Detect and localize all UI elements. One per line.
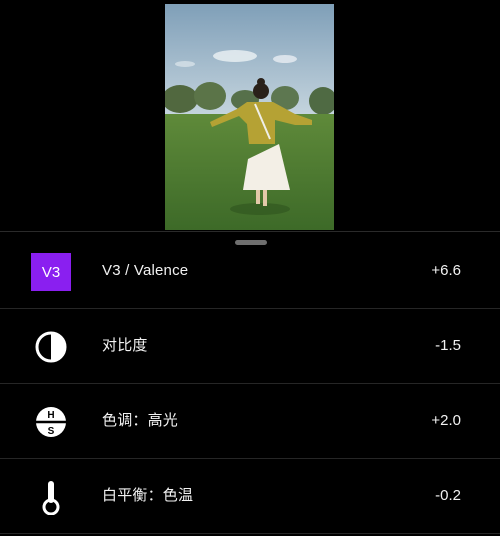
adjustment-label: 对比度 [102, 337, 148, 354]
adjustment-label: 色调：高光 [102, 412, 179, 429]
thermometer-icon [31, 477, 71, 517]
adjustment-value: -0.2 [435, 487, 461, 504]
hs-icon-letter-s: S [48, 426, 55, 437]
photo-image [165, 4, 334, 230]
contrast-icon [31, 327, 71, 367]
photo-preview-area [0, 0, 500, 231]
adjustment-row-white-balance[interactable]: 白平衡：色温 -0.2 [0, 459, 500, 534]
adjustment-label: V3 / Valence [102, 262, 189, 279]
adjustment-value: +6.6 [431, 262, 461, 279]
adjustment-value: +2.0 [431, 412, 461, 429]
photo-preview[interactable] [165, 4, 334, 230]
v3-preset-badge-wrap: V3 [31, 252, 71, 292]
adjustment-row-valence[interactable]: V3 V3 / Valence +6.6 [0, 234, 500, 309]
adjustment-row-tone-highlights[interactable]: H S 色调：高光 +2.0 [0, 384, 500, 459]
adjustment-label: 白平衡：色温 [102, 487, 194, 504]
hs-tone-icon: H S [31, 402, 71, 442]
panel-divider [0, 231, 500, 232]
adjustment-value: -1.5 [435, 337, 461, 354]
adjustment-row-contrast[interactable]: 对比度 -1.5 [0, 309, 500, 384]
v3-preset-badge: V3 [31, 253, 71, 291]
hs-icon-letter-h: H [47, 410, 54, 421]
